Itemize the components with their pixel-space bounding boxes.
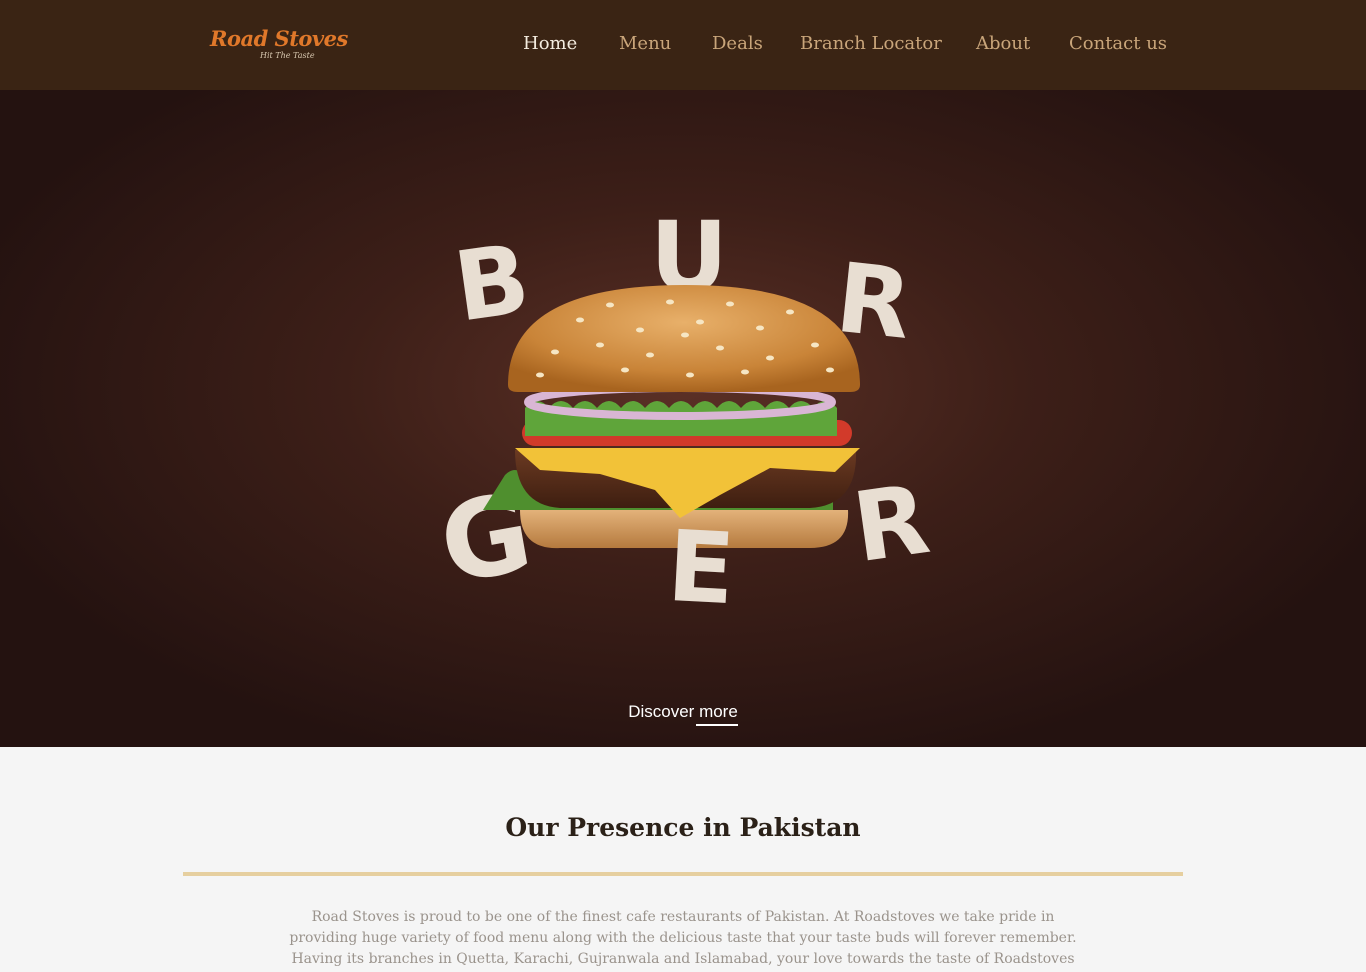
nav-branch-locator[interactable]: Branch Locator: [800, 33, 942, 54]
presence-body: Road Stoves is proud to be one of the fi…: [289, 909, 1077, 967]
hero-letter-r-bottom: R: [847, 463, 936, 584]
nav-menu[interactable]: Menu: [619, 33, 671, 54]
nav-home[interactable]: Home: [523, 33, 577, 54]
nav-deals[interactable]: Deals: [712, 33, 763, 54]
hero-letter-b: B: [448, 223, 536, 344]
nav-contact-us[interactable]: Contact us: [1069, 33, 1167, 54]
discover-more-link[interactable]: Discover more: [0, 702, 1366, 726]
discover-label-part1: Discover: [628, 702, 700, 721]
hero-banner: B U R G E R Discover more: [0, 90, 1366, 747]
presence-title: Our Presence in Pakistan: [505, 813, 861, 842]
discover-underline: [695, 724, 738, 726]
discover-more-wrap: Discover more: [628, 702, 738, 726]
presence-divider: [183, 872, 1183, 876]
discover-label-part2: more: [699, 702, 738, 721]
burger-hero-image: B U R G E R: [431, 201, 936, 627]
site-header: Road Stoves Hit The Taste Home Menu Deal…: [0, 0, 1366, 90]
main-nav: Home Menu Deals Branch Locator About Con…: [0, 33, 1366, 57]
hero-letter-e: E: [665, 510, 738, 627]
nav-about[interactable]: About: [976, 33, 1030, 54]
